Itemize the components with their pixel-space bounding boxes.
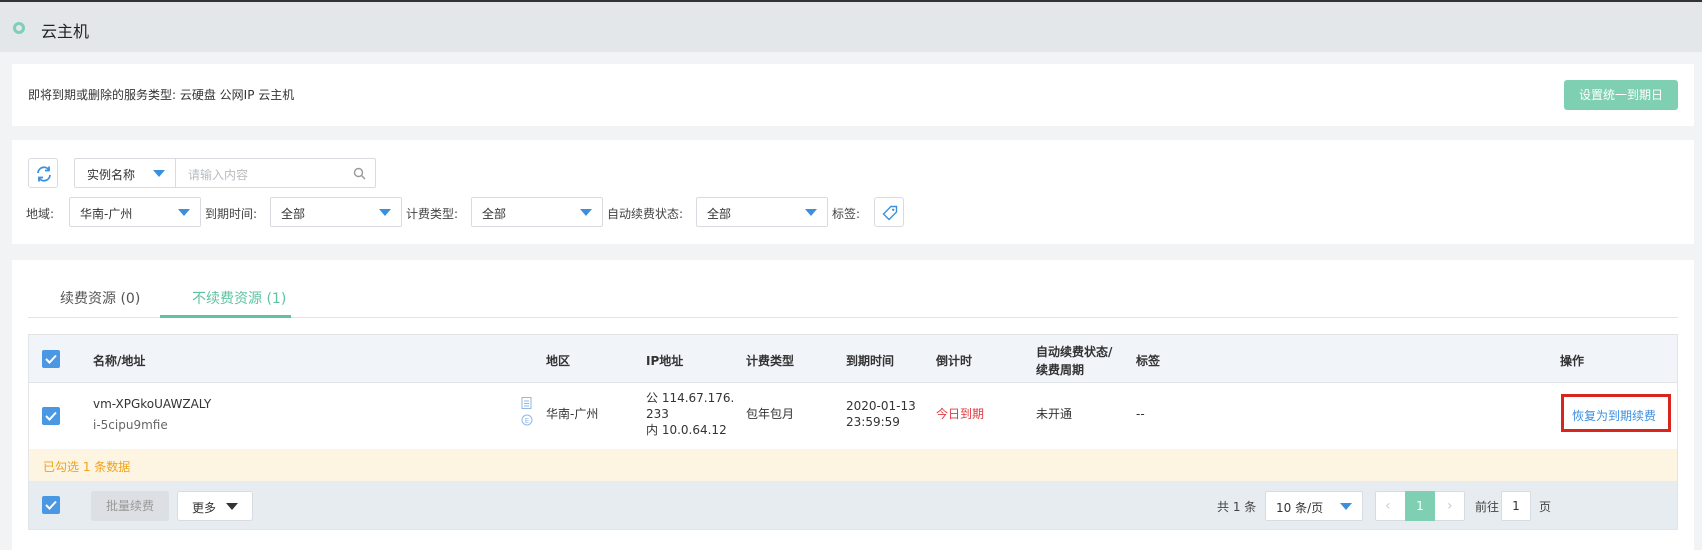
col-countdown: 倒计时 — [936, 354, 973, 368]
col-region: 地区 — [546, 354, 571, 368]
ip-private: 内 10.0.64.12 — [646, 423, 727, 437]
page-unit-label: 页 — [1539, 500, 1552, 514]
next-page-icon[interactable]: › — [1447, 498, 1453, 514]
renew-select[interactable]: 全部 — [696, 197, 828, 227]
billing-select-value: 全部 — [482, 207, 507, 221]
search-input[interactable]: 请输入内容 — [188, 166, 248, 183]
page-title: 云主机 — [41, 22, 90, 41]
renew-select-value: 全部 — [707, 207, 732, 221]
chevron-down-icon — [580, 209, 592, 216]
more-button[interactable]: 更多 — [177, 491, 253, 521]
col-expire: 到期时间 — [846, 354, 895, 368]
chevron-down-icon — [178, 209, 190, 216]
countdown-status: 今日到期 — [936, 407, 985, 421]
row-tag: -- — [1136, 407, 1145, 421]
row-billing: 包年包月 — [746, 407, 795, 421]
col-ip: IP地址 — [646, 354, 684, 368]
tab-renew-resources[interactable]: 续费资源 (0) — [60, 288, 140, 308]
document-icon[interactable] — [521, 397, 532, 409]
filter-card: 实例名称 请输入内容 地域: 华南-广州 到期时间: 全部 计费类型: 全部 自… — [12, 140, 1694, 244]
tab-non-renew-resources[interactable]: 不续费资源 (1) — [192, 288, 286, 308]
billing-info-icon[interactable]: E — [521, 414, 533, 426]
notice-text: 即将到期或删除的服务类型: 云硬盘 公网IP 云主机 — [28, 88, 295, 102]
selection-count-text: 已勾选 1 条数据 — [43, 460, 131, 474]
renew-status: 未开通 — [1036, 407, 1073, 421]
billing-label: 计费类型: — [406, 207, 459, 221]
search-field-select[interactable]: 实例名称 — [75, 159, 176, 187]
current-page[interactable]: 1 — [1405, 491, 1435, 521]
resource-table: 名称/地址 地区 IP地址 计费类型 到期时间 倒计时 自动续费状态/ 续费周期… — [28, 334, 1678, 530]
search-icon[interactable] — [353, 167, 366, 180]
billing-select[interactable]: 全部 — [471, 197, 603, 227]
search-field-value: 实例名称 — [87, 168, 136, 182]
chevron-down-icon — [153, 170, 165, 177]
expire-select[interactable]: 全部 — [270, 197, 402, 227]
check-icon — [45, 500, 57, 510]
expire-label: 到期时间: — [205, 207, 258, 221]
total-count: 共 1 条 — [1217, 500, 1257, 514]
page-size-value: 10 条/页 — [1276, 501, 1324, 515]
svg-text:E: E — [525, 417, 529, 425]
tag-icon — [882, 205, 898, 221]
chevron-down-icon — [226, 503, 238, 510]
search-box: 实例名称 请输入内容 — [74, 158, 376, 188]
refresh-icon — [37, 166, 51, 182]
col-renew-line1: 自动续费状态/ — [1036, 345, 1113, 359]
restore-renewal-link[interactable]: 恢复为到期续费 — [1572, 407, 1656, 424]
prev-page-icon[interactable]: ‹ — [1385, 498, 1391, 514]
instance-name[interactable]: vm-XPGkoUAWZALY — [93, 395, 211, 413]
tag-filter-button[interactable] — [874, 197, 904, 227]
resource-tabs: 续费资源 (0) 不续费资源 (1) — [28, 260, 1678, 318]
expire-time: 23:59:59 — [846, 415, 900, 429]
selection-bar: 已勾选 1 条数据 — [29, 449, 1677, 481]
chevron-down-icon — [1340, 503, 1352, 510]
renew-label: 自动续费状态: — [607, 207, 684, 221]
region-select-value: 华南-广州 — [80, 207, 133, 221]
check-icon — [45, 354, 57, 364]
action-highlight-box: 恢复为到期续费 — [1561, 394, 1671, 432]
col-action: 操作 — [1560, 354, 1585, 368]
goto-label: 前往 — [1475, 500, 1500, 514]
select-all-checkbox[interactable] — [42, 350, 60, 368]
footer-select-all-checkbox[interactable] — [42, 496, 60, 514]
table-footer: 批量续费 更多 共 1 条 10 条/页 ‹ 1 › 前往 1 页 — [29, 481, 1677, 529]
chevron-down-icon — [805, 209, 817, 216]
col-name: 名称/地址 — [93, 354, 146, 368]
table-header: 名称/地址 地区 IP地址 计费类型 到期时间 倒计时 自动续费状态/ 续费周期… — [29, 335, 1677, 383]
table-row: vm-XPGkoUAWZALY i-5cipu9mfie E 华南-广州 公 1… — [29, 383, 1677, 449]
col-billing: 计费类型 — [746, 354, 795, 368]
set-unified-expiry-button[interactable]: 设置统一到期日 — [1564, 80, 1678, 110]
col-renew-line2: 续费周期 — [1036, 363, 1085, 377]
page-header: 云主机 — [0, 2, 1702, 52]
page-size-select[interactable]: 10 条/页 — [1265, 491, 1363, 521]
batch-renew-button[interactable]: 批量续费 — [91, 491, 169, 521]
active-tab-indicator — [160, 315, 291, 318]
refresh-button[interactable] — [28, 158, 58, 188]
region-select[interactable]: 华南-广州 — [69, 197, 201, 227]
pagination: ‹ 1 › — [1375, 491, 1465, 521]
row-checkbox[interactable] — [42, 407, 60, 425]
goto-page-input[interactable]: 1 — [1501, 491, 1531, 521]
row-region: 华南-广州 — [546, 407, 599, 421]
tag-label: 标签: — [832, 207, 861, 221]
region-label: 地域: — [26, 207, 55, 221]
notice-card: 即将到期或删除的服务类型: 云硬盘 公网IP 云主机 设置统一到期日 — [12, 64, 1694, 126]
check-icon — [45, 411, 57, 421]
resource-card: 续费资源 (0) 不续费资源 (1) 名称/地址 地区 IP地址 计费类型 到期… — [12, 260, 1694, 550]
expire-select-value: 全部 — [281, 207, 306, 221]
instance-id: i-5cipu9mfie — [93, 418, 168, 432]
status-dot-icon — [13, 22, 25, 34]
col-tag: 标签 — [1136, 354, 1161, 368]
more-button-label: 更多 — [192, 501, 217, 515]
chevron-down-icon — [379, 209, 391, 216]
